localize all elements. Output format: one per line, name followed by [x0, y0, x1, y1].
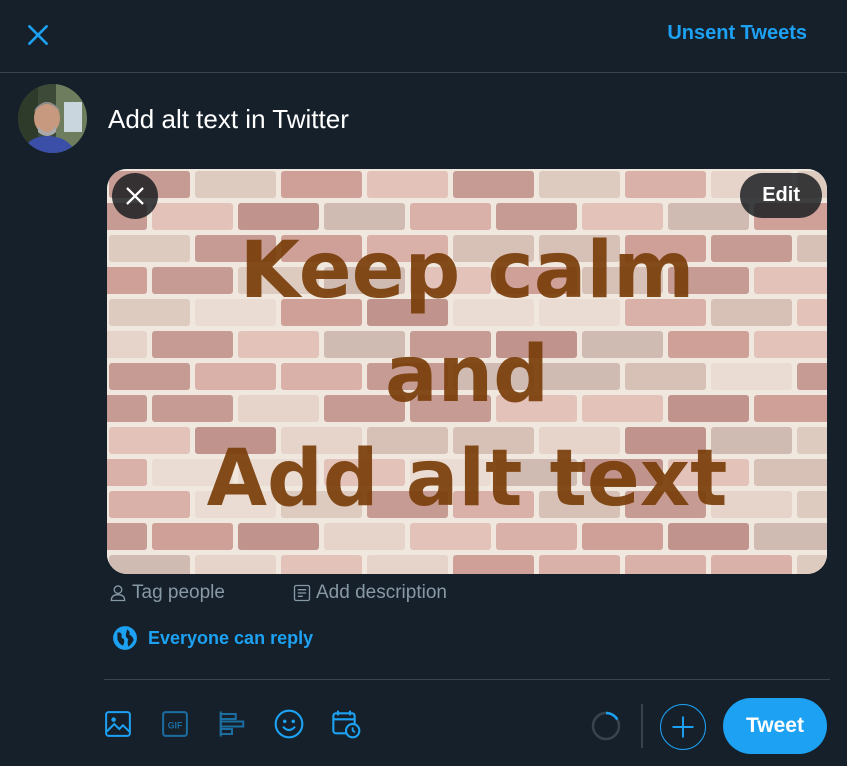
tweet-text-input[interactable]: Add alt text in Twitter	[108, 104, 349, 135]
add-tweet-button[interactable]	[660, 704, 706, 750]
reply-setting-button[interactable]: Everyone can reply	[112, 625, 313, 651]
tag-people-label: Tag people	[132, 582, 225, 603]
image-line-1: Keep calm	[239, 226, 695, 316]
description-icon	[293, 584, 311, 602]
gif-icon: GIF	[162, 711, 188, 737]
add-description-button[interactable]: Add description	[292, 582, 447, 604]
emoji-icon	[274, 709, 304, 739]
add-poll-button[interactable]	[216, 708, 248, 740]
modal-header: Unsent Tweets	[0, 0, 847, 73]
reply-setting-label: Everyone can reply	[148, 627, 314, 648]
remove-image-button[interactable]	[112, 173, 158, 219]
person-icon	[110, 585, 126, 602]
close-icon	[126, 187, 144, 205]
compose-tweet-modal: Unsent Tweets Add alt text in Twitter Ke…	[0, 0, 847, 766]
image-line-3: Add alt text	[206, 434, 728, 524]
close-button[interactable]	[20, 17, 56, 53]
toolbar-separator	[641, 704, 643, 748]
image-line-2: and	[385, 330, 549, 420]
poll-icon	[219, 711, 245, 737]
edit-image-button[interactable]: Edit	[740, 173, 822, 218]
avatar[interactable]	[18, 84, 87, 153]
gif-text: GIF	[168, 720, 183, 730]
unsent-tweets-link[interactable]: Unsent Tweets	[667, 22, 807, 45]
plus-icon	[672, 716, 694, 738]
add-gif-button[interactable]: GIF	[159, 708, 191, 740]
tweet-button[interactable]: Tweet	[723, 698, 827, 754]
add-media-button[interactable]	[102, 708, 134, 740]
attached-image: Keep calm and Add alt text Edit	[107, 169, 827, 574]
image-caption-text: Keep calm and Add alt text	[107, 219, 827, 531]
image-icon	[105, 711, 131, 737]
close-icon	[28, 25, 48, 45]
divider	[104, 679, 830, 680]
tag-people-button[interactable]: Tag people	[108, 582, 225, 604]
add-description-label: Add description	[316, 582, 447, 603]
user-avatar-photo	[18, 84, 87, 153]
globe-icon	[113, 626, 137, 650]
schedule-icon	[332, 710, 361, 739]
character-count-ring	[591, 711, 621, 741]
add-emoji-button[interactable]	[273, 708, 305, 740]
schedule-button[interactable]	[330, 708, 362, 740]
